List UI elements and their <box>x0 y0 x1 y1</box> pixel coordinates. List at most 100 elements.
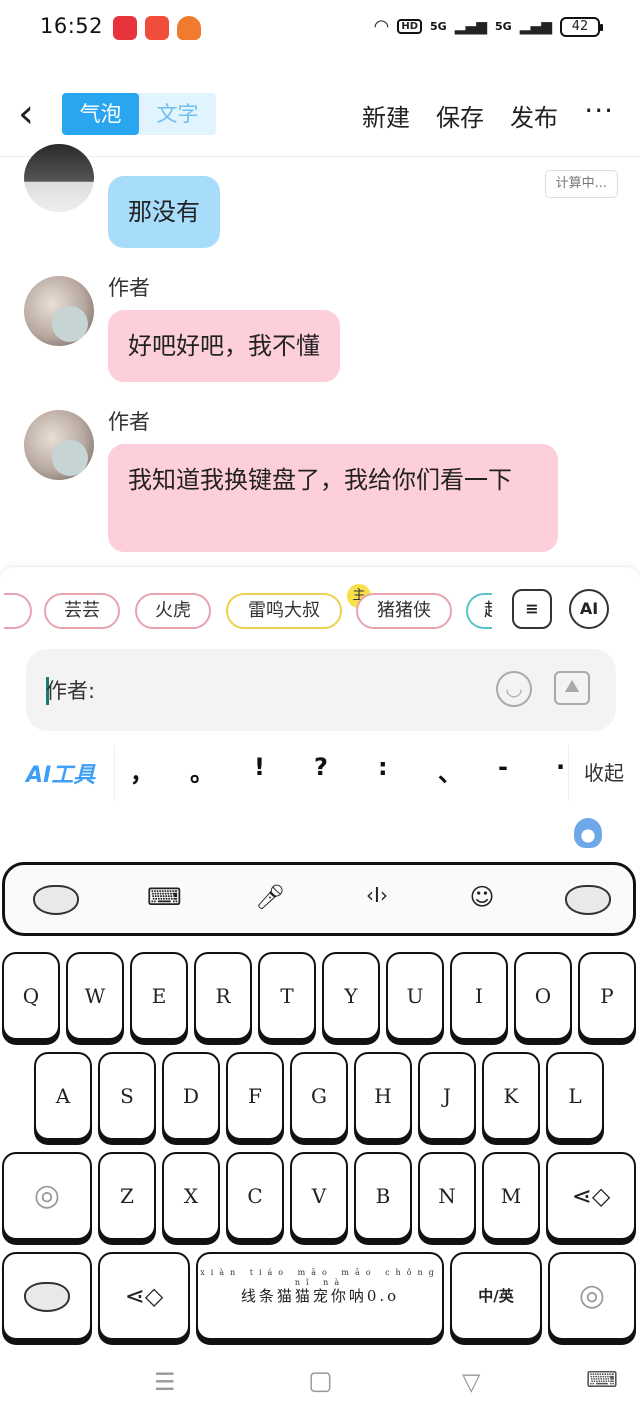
message-input[interactable]: 作者: ◡ ⛰ <box>26 649 616 731</box>
app-notification-icon <box>113 16 137 40</box>
key-e[interactable]: E <box>130 952 188 1040</box>
swirl-icon[interactable]: ◎ <box>548 1252 636 1340</box>
key-m[interactable]: M <box>482 1152 540 1240</box>
status-time: 16:52 <box>40 14 104 38</box>
chip-label: 超 <box>484 600 492 621</box>
contact-card-icon[interactable]: ≡ <box>512 589 552 629</box>
swirl-icon[interactable]: ◎ <box>2 1152 92 1240</box>
key-y[interactable]: Y <box>322 952 380 1040</box>
keyboard-mascot-icon[interactable] <box>574 818 602 848</box>
key-f[interactable]: F <box>226 1052 284 1140</box>
punctuation-key[interactable]: 、 <box>438 753 462 788</box>
signal-icon: 5G <box>430 20 447 33</box>
input-panel: 芸芸 火虎 雷鸣大叔 主 猪猪侠 超 ≡ AI 作者: ◡ ⛰ AI工具 ， 。… <box>0 566 640 806</box>
space-key[interactable]: xiàn tiáo māo māo chǒng nǐ nà 线条猫猫宠你呐0.o <box>196 1252 444 1340</box>
punctuation-key[interactable]: · <box>556 753 565 781</box>
header-divider <box>0 156 640 157</box>
ai-button[interactable]: AI <box>569 589 609 629</box>
fish-icon[interactable]: ⋖◇ <box>98 1252 190 1340</box>
key-l[interactable]: L <box>546 1052 604 1140</box>
character-chip[interactable]: 火虎 <box>135 593 211 629</box>
key-g[interactable]: G <box>290 1052 348 1140</box>
character-chip[interactable]: 猪猪侠 <box>356 593 452 629</box>
key-o[interactable]: O <box>514 952 572 1040</box>
save-button[interactable]: 保存 <box>436 98 484 133</box>
key-k[interactable]: K <box>482 1052 540 1140</box>
new-button[interactable]: 新建 <box>362 98 410 133</box>
space-pinyin: xiàn tiáo māo māo chǒng nǐ nà <box>200 1268 440 1287</box>
tab-text[interactable]: 文字 <box>139 93 216 135</box>
more-icon[interactable]: ··· <box>584 94 614 127</box>
key-w[interactable]: W <box>66 952 124 1040</box>
keyboard-icon[interactable]: ⌨ <box>586 1368 618 1393</box>
character-chip-partial[interactable]: 超 <box>466 593 492 629</box>
punctuation-key[interactable]: ? <box>314 753 328 781</box>
menu-icon[interactable]: ☰ <box>154 1368 176 1396</box>
avatar[interactable] <box>24 144 94 212</box>
key-s[interactable]: S <box>98 1052 156 1140</box>
key-t[interactable]: T <box>258 952 316 1040</box>
ai-tools-button[interactable]: AI工具 <box>26 757 95 789</box>
message-bubble[interactable]: 好吧好吧，我不懂 <box>108 310 340 382</box>
publish-button[interactable]: 发布 <box>510 98 558 133</box>
space-label: 线条猫猫宠你呐0.o <box>240 1287 400 1305</box>
message-bubble[interactable]: 我知道我换键盘了，我给你们看一下 <box>108 444 558 552</box>
key-z[interactable]: Z <box>98 1152 156 1240</box>
avatar[interactable] <box>24 410 94 480</box>
key-r[interactable]: R <box>194 952 252 1040</box>
smile-icon[interactable]: ☺ <box>467 883 497 915</box>
key-u[interactable]: U <box>386 952 444 1040</box>
wifi-icon: ◠ <box>373 16 390 37</box>
avatar[interactable] <box>24 276 94 346</box>
author-name: 作者 <box>108 276 150 300</box>
punctuation-key[interactable]: : <box>378 753 388 781</box>
fish-icon[interactable]: ⋖◇ <box>546 1152 636 1240</box>
key-b[interactable]: B <box>354 1152 412 1240</box>
mic-icon[interactable]: 🎤︎ <box>255 883 285 915</box>
message-bubble[interactable]: 那没有 <box>108 176 220 248</box>
key-d[interactable]: D <box>162 1052 220 1140</box>
cat-paw-icon[interactable] <box>565 885 611 915</box>
key-c[interactable]: C <box>226 1152 284 1240</box>
status-bar: 16:52 ◠ HD 5G ▂▄▆ 5G ▂▄▆ 42 <box>0 0 640 60</box>
character-chip-partial[interactable] <box>4 593 32 629</box>
home-icon[interactable]: ▢ <box>308 1366 333 1396</box>
character-chip[interactable]: 芸芸 <box>44 593 120 629</box>
mode-switch: 气泡 文字 <box>62 93 216 135</box>
keyboard-toolbar: ⌨ 🎤︎ ‹I› ☺ <box>2 862 636 936</box>
key-p[interactable]: P <box>578 952 636 1040</box>
tab-bubble[interactable]: 气泡 <box>62 93 139 135</box>
key-a[interactable]: A <box>34 1052 92 1140</box>
language-switch-key[interactable]: 中/英 <box>450 1252 542 1340</box>
character-chip[interactable]: 雷鸣大叔 <box>226 593 342 629</box>
back-icon[interactable]: ‹ <box>18 94 48 138</box>
signal-bars-icon: ▂▄▆ <box>519 18 552 35</box>
hd-icon: HD <box>397 19 422 34</box>
key-h[interactable]: H <box>354 1052 412 1140</box>
cursor-icon[interactable]: ‹I› <box>357 883 397 915</box>
punctuation-key[interactable]: - <box>498 753 508 781</box>
punctuation-key[interactable]: 。 <box>190 753 214 788</box>
key-x[interactable]: X <box>162 1152 220 1240</box>
key-i[interactable]: I <box>450 952 508 1040</box>
back-triangle-icon[interactable]: ▽ <box>462 1368 480 1396</box>
key-n[interactable]: N <box>418 1152 476 1240</box>
app-notification-icon <box>145 16 169 40</box>
cat-paw-icon <box>24 1282 70 1312</box>
input-value: 作者: <box>46 679 96 703</box>
cat-paw-key[interactable] <box>2 1252 92 1340</box>
collapse-button[interactable]: 收起 <box>584 757 624 786</box>
divider <box>568 745 569 801</box>
key-q[interactable]: Q <box>2 952 60 1040</box>
cat-paw-icon[interactable] <box>33 885 79 915</box>
key-v[interactable]: V <box>290 1152 348 1240</box>
key-j[interactable]: J <box>418 1052 476 1140</box>
punctuation-key[interactable]: ! <box>254 753 265 781</box>
punctuation-key[interactable]: ， <box>130 753 154 788</box>
keyboard-icon[interactable]: ⌨ <box>147 883 182 915</box>
calculating-badge: 计算中... <box>544 170 618 198</box>
image-icon[interactable]: ⛰ <box>554 671 590 705</box>
app-notification-icon <box>177 16 201 40</box>
divider <box>114 745 115 801</box>
emoji-icon[interactable]: ◡ <box>496 671 532 707</box>
